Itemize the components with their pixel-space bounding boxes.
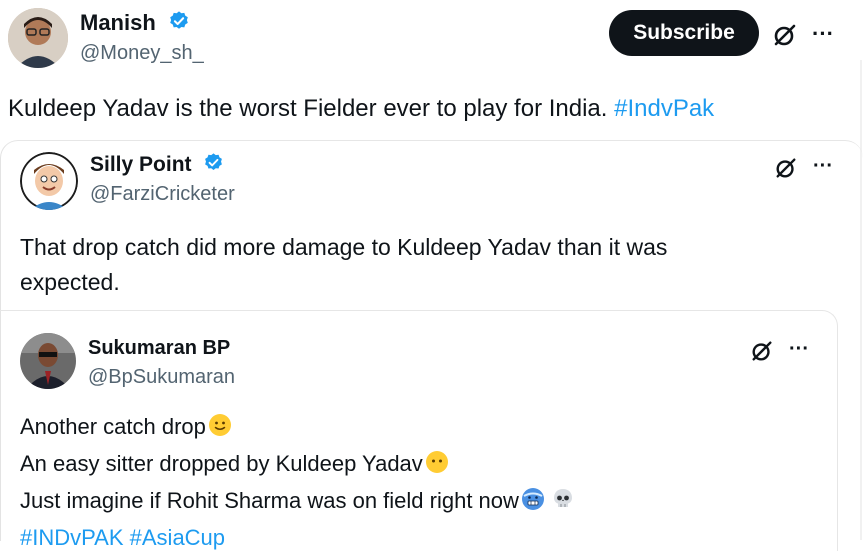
avatar-silly-point-image	[20, 152, 78, 210]
quote2-line2: An easy sitter dropped by Kuldeep Yadav	[20, 447, 575, 484]
quote1-line2: expected.	[20, 269, 120, 295]
author-handle[interactable]: @Money_sh_	[80, 42, 204, 65]
verified-badge-icon	[203, 152, 224, 179]
quote1-line1: That drop catch did more damage to Kulde…	[20, 234, 668, 260]
face-without-mouth-icon	[425, 450, 449, 484]
quote2-line1: Another catch drop	[20, 410, 575, 447]
tweet-body: Kuldeep Yadav is the worst Fielder ever …	[8, 95, 615, 122]
quote1-text: That drop catch did more damage to Kulde…	[20, 230, 667, 300]
quote1-author[interactable]: Silly Point	[90, 152, 224, 179]
main-tweet-text: Kuldeep Yadav is the worst Fielder ever …	[8, 90, 714, 127]
quote2-author-handle[interactable]: @BpSukumaran	[88, 366, 235, 389]
more-icon[interactable]: ···	[808, 21, 838, 46]
skull-icon	[551, 487, 575, 521]
avatar-silly-point[interactable]	[20, 152, 78, 210]
quote1-author-name[interactable]: Silly Point	[90, 153, 192, 176]
hashtag-asiacup[interactable]: #AsiaCup	[130, 525, 225, 550]
hashtag-indvpak[interactable]: #INDvPAK	[20, 525, 124, 550]
quote2-line3-text: Just imagine if Rohit Sharma was on fiel…	[20, 488, 519, 513]
grok-icon[interactable]	[772, 154, 800, 182]
hashtag-indvpak[interactable]: #IndvPak	[614, 95, 714, 122]
author-name[interactable]: Manish	[80, 10, 156, 35]
quote2-hashtags: #INDvPAK #AsiaCup	[20, 521, 575, 555]
quote2-line1-text: Another catch drop	[20, 414, 206, 439]
quote2-line3: Just imagine if Rohit Sharma was on fiel…	[20, 484, 575, 521]
quote2-text: Another catch drop An easy sitter droppe…	[20, 410, 575, 555]
grok-icon[interactable]	[748, 337, 776, 365]
subscribe-button[interactable]: Subscribe	[609, 10, 759, 56]
slightly-smiling-face-icon	[208, 413, 232, 447]
quote2-author-name[interactable]: Sukumaran BP	[88, 337, 230, 360]
avatar-manish-image	[8, 8, 68, 68]
quote1-author-handle[interactable]: @FarziCricketer	[90, 183, 235, 206]
more-icon[interactable]: ···	[808, 155, 838, 177]
cold-face-icon	[521, 487, 545, 521]
more-icon[interactable]: ···	[784, 338, 814, 360]
verified-badge-icon	[168, 10, 190, 38]
main-author[interactable]: Manish	[80, 10, 190, 38]
avatar-sukumaran[interactable]	[20, 333, 76, 389]
avatar-sukumaran-image	[20, 333, 76, 389]
avatar-manish[interactable]	[8, 8, 68, 68]
quote2-line2-text: An easy sitter dropped by Kuldeep Yadav	[20, 451, 423, 476]
grok-icon[interactable]	[770, 20, 800, 50]
